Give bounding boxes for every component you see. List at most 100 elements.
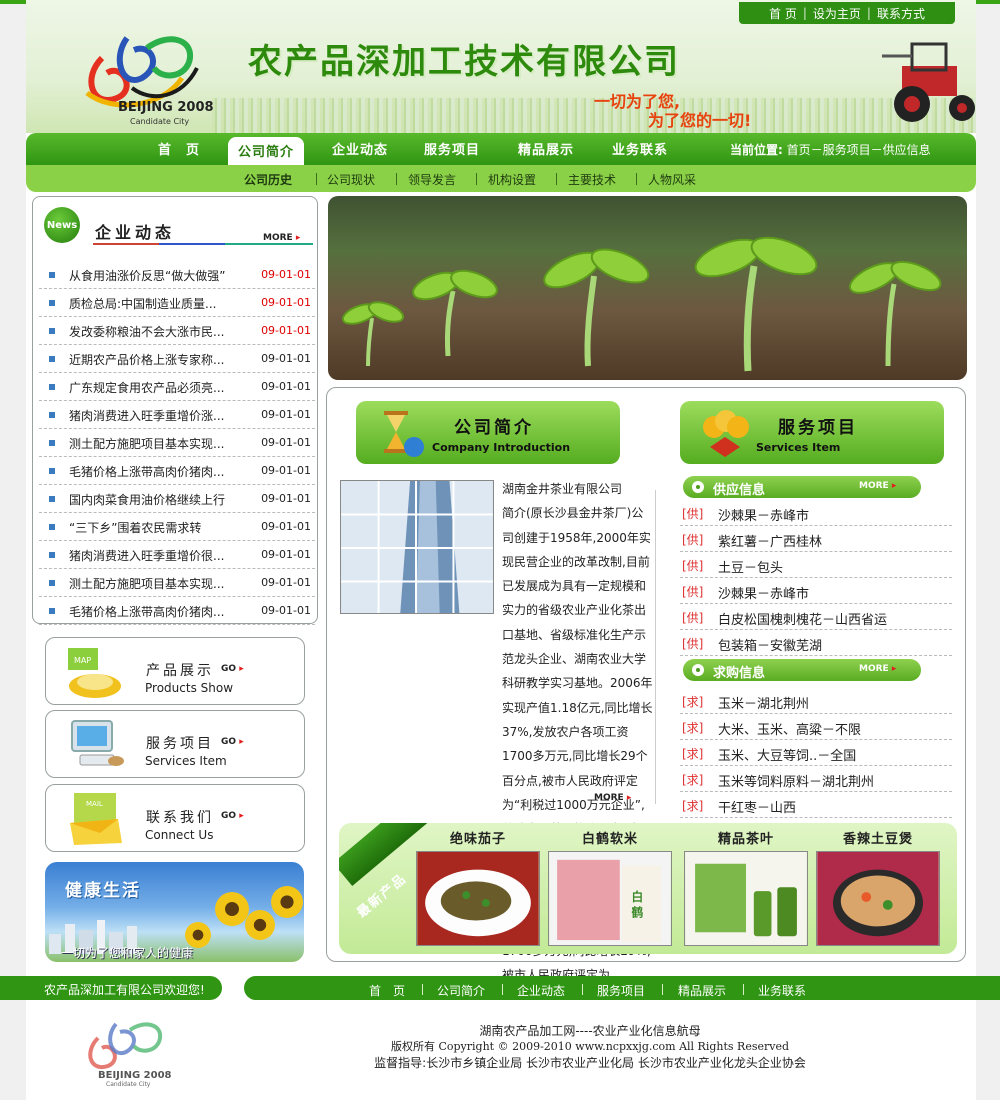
news-item-title[interactable]: 近期农产品价格上涨专家称... bbox=[69, 351, 227, 368]
demand-item[interactable]: [求] 大米、玉米、高粱－不限 bbox=[680, 714, 952, 740]
promo-products-show[interactable]: MAP 产品展示 GO ▸ Products Show bbox=[45, 637, 305, 705]
news-item-title[interactable]: “三下乡”围着农民需求转 bbox=[69, 519, 227, 536]
supply-item[interactable]: [供] 沙棘果－赤峰市 bbox=[680, 578, 952, 604]
promo-go-label: GO bbox=[221, 737, 237, 747]
news-item[interactable]: 广东规定食用农产品必须亮... 09-01-01 bbox=[39, 373, 315, 401]
company-name: 农产品深加工技术有限公司 bbox=[248, 42, 680, 82]
subnav-item-people[interactable]: 人物风采 bbox=[648, 171, 696, 188]
subnav-item-status[interactable]: 公司现状 bbox=[327, 171, 375, 188]
bullet-icon bbox=[49, 496, 55, 502]
demand-item-text[interactable]: 大米、玉米、高粱－不限 bbox=[718, 719, 861, 738]
footer-nav-services[interactable]: 服务项目 bbox=[597, 982, 645, 999]
bullet-icon bbox=[692, 664, 704, 676]
supply-item[interactable]: [供] 沙棘果－赤峰市 bbox=[680, 500, 952, 526]
svg-text:MAP: MAP bbox=[74, 656, 91, 665]
intro-more-link[interactable]: MORE ▸ bbox=[594, 793, 631, 803]
bullet-icon bbox=[49, 356, 55, 362]
nav-item-home[interactable]: 首 页 bbox=[158, 139, 200, 158]
demand-more-link[interactable]: MORE ▸ bbox=[859, 664, 896, 674]
product-card[interactable]: 白鹤软米 白 鹤 bbox=[548, 828, 672, 949]
promo-go[interactable]: GO ▸ bbox=[221, 737, 244, 747]
news-item-title[interactable]: 测土配方施肥项目基本实现... bbox=[69, 435, 227, 452]
supply-item[interactable]: [供] 白皮松国槐刺槐花－山西省运 bbox=[680, 604, 952, 630]
supply-item-text[interactable]: 沙棘果－赤峰市 bbox=[718, 505, 809, 524]
supply-item[interactable]: [供] 紫红薯－广西桂林 bbox=[680, 526, 952, 552]
news-item[interactable]: 发改委称粮油不会大涨市民... 09-01-01 bbox=[39, 317, 315, 345]
news-title-underline bbox=[93, 243, 313, 245]
news-item-title[interactable]: 广东规定食用农产品必须亮... bbox=[69, 379, 227, 396]
top-link-contact[interactable]: 联系方式 bbox=[877, 5, 925, 22]
nav-item-products[interactable]: 精品展示 bbox=[518, 139, 574, 158]
nav-item-news[interactable]: 企业动态 bbox=[332, 139, 388, 158]
product-card[interactable]: 香辣土豆煲 bbox=[816, 828, 940, 949]
demand-item[interactable]: [求] 玉米、大豆等饲..－全国 bbox=[680, 740, 952, 766]
supply-item-text[interactable]: 紫红薯－广西桂林 bbox=[718, 531, 822, 550]
nav-item-services[interactable]: 服务项目 bbox=[424, 139, 480, 158]
news-more-link[interactable]: MORE ▸ bbox=[263, 233, 300, 243]
footer-nav-products[interactable]: 精品展示 bbox=[678, 982, 726, 999]
news-item-title[interactable]: 发改委称粮油不会大涨市民... bbox=[69, 323, 227, 340]
breadcrumb-path[interactable]: 首页－服务项目－供应信息 bbox=[787, 143, 931, 157]
footer-nav-business-contact[interactable]: 业务联系 bbox=[758, 982, 806, 999]
news-item-title[interactable]: 国内肉菜食用油价格继续上行 bbox=[69, 491, 227, 508]
product-card[interactable]: 精品茶叶 bbox=[684, 828, 808, 949]
bullet-icon bbox=[49, 300, 55, 306]
services-header[interactable]: 服务项目 Services Item bbox=[680, 401, 944, 464]
footer-nav-home[interactable]: 首 页 bbox=[369, 982, 405, 999]
news-item-title[interactable]: 测土配方施肥项目基本实现... bbox=[69, 575, 227, 592]
news-item-date: 09-01-01 bbox=[261, 296, 311, 309]
news-item[interactable]: 猪肉消费进入旺季重增价涨... 09-01-01 bbox=[39, 401, 315, 429]
product-card[interactable]: 绝味茄子 bbox=[416, 828, 540, 949]
footer-nav-company-intro[interactable]: 公司简介 bbox=[437, 982, 485, 999]
demand-item-text[interactable]: 干红枣－山西 bbox=[718, 797, 796, 816]
news-item-title[interactable]: 猪肉消费进入旺季重增价涨... bbox=[69, 407, 227, 424]
news-item-title[interactable]: 毛猪价格上涨带高肉价猪肉... bbox=[69, 463, 227, 480]
news-item[interactable]: 近期农产品价格上涨专家称... 09-01-01 bbox=[39, 345, 315, 373]
news-item-title[interactable]: 从食用油涨价反思“做大做强” bbox=[69, 267, 227, 284]
news-item-title[interactable]: 毛猪价格上涨带高肉价猪肉... bbox=[69, 603, 227, 620]
supply-more-link[interactable]: MORE ▸ bbox=[859, 481, 896, 491]
subnav-item-history[interactable]: 公司历史 bbox=[244, 171, 292, 188]
demand-item[interactable]: [求] 玉米等饲料原料－湖北荆州 bbox=[680, 766, 952, 792]
news-item[interactable]: 质检总局:中国制造业质量... 09-01-01 bbox=[39, 289, 315, 317]
supply-item[interactable]: [供] 土豆－包头 bbox=[680, 552, 952, 578]
demand-item-text[interactable]: 玉米、大豆等饲..－全国 bbox=[718, 745, 856, 764]
promo-connect-us[interactable]: MAIL 联系我们 GO ▸ Connect Us bbox=[45, 784, 305, 852]
demand-item-text[interactable]: 玉米－湖北荆州 bbox=[718, 693, 809, 712]
promo-go[interactable]: GO ▸ bbox=[221, 811, 244, 821]
news-item[interactable]: 测土配方施肥项目基本实现... 09-01-01 bbox=[39, 429, 315, 457]
supply-item-text[interactable]: 沙棘果－赤峰市 bbox=[718, 583, 809, 602]
footer-nav-news[interactable]: 企业动态 bbox=[517, 982, 565, 999]
news-item-title[interactable]: 猪肉消费进入旺季重增价很... bbox=[69, 547, 227, 564]
bullet-icon bbox=[49, 272, 55, 278]
news-item[interactable]: 测土配方施肥项目基本实现... 09-01-01 bbox=[39, 569, 315, 597]
news-item-title[interactable]: 质检总局:中国制造业质量... bbox=[69, 295, 227, 312]
company-intro-header[interactable]: 公司简介 Company Introduction bbox=[356, 401, 620, 464]
supply-tag: [供] bbox=[682, 533, 704, 547]
supply-item-text[interactable]: 土豆－包头 bbox=[718, 557, 783, 576]
supply-item-text[interactable]: 白皮松国槐刺槐花－山西省运 bbox=[718, 609, 887, 628]
nav-item-company-intro[interactable]: 公司简介 bbox=[228, 137, 305, 166]
promo-go-label: GO bbox=[221, 811, 237, 821]
promo-go[interactable]: GO ▸ bbox=[221, 664, 244, 674]
news-item[interactable]: 毛猪价格上涨带高肉价猪肉... 09-01-01 bbox=[39, 597, 315, 625]
healthy-life-banner[interactable]: 健康生活 一切为了您和家人的健康 bbox=[45, 862, 304, 962]
supply-item-text[interactable]: 包装箱－安徽芜湖 bbox=[718, 635, 822, 654]
news-item[interactable]: 国内肉菜食用油价格继续上行 09-01-01 bbox=[39, 485, 315, 513]
subnav-item-speeches[interactable]: 领导发言 bbox=[408, 171, 456, 188]
news-item[interactable]: 毛猪价格上涨带高肉价猪肉... 09-01-01 bbox=[39, 457, 315, 485]
top-link-set-homepage[interactable]: 设为主页 bbox=[813, 5, 861, 22]
demand-item[interactable]: [求] 干红枣－山西 bbox=[680, 792, 952, 818]
subnav-item-organization[interactable]: 机构设置 bbox=[488, 171, 536, 188]
demand-item-text[interactable]: 玉米等饲料原料－湖北荆州 bbox=[718, 771, 874, 790]
top-link-home[interactable]: 首 页 bbox=[769, 5, 797, 22]
news-item[interactable]: 从食用油涨价反思“做大做强” 09-01-01 bbox=[39, 261, 315, 289]
supply-item[interactable]: [供] 包装箱－安徽芜湖 bbox=[680, 630, 952, 656]
subnav-item-technology[interactable]: 主要技术 bbox=[568, 171, 616, 188]
demand-item[interactable]: [求] 玉米－湖北荆州 bbox=[680, 688, 952, 714]
news-item[interactable]: 猪肉消费进入旺季重增价很... 09-01-01 bbox=[39, 541, 315, 569]
promo-services-item[interactable]: 服务项目 GO ▸ Services Item bbox=[45, 710, 305, 778]
nav-item-business-contact[interactable]: 业务联系 bbox=[612, 139, 668, 158]
news-item[interactable]: “三下乡”围着农民需求转 09-01-01 bbox=[39, 513, 315, 541]
footer-supervision: 监督指导:长沙市乡镇企业局 长沙市农业产业化局 长沙市农业产业化龙头企业协会 bbox=[374, 1056, 806, 1070]
